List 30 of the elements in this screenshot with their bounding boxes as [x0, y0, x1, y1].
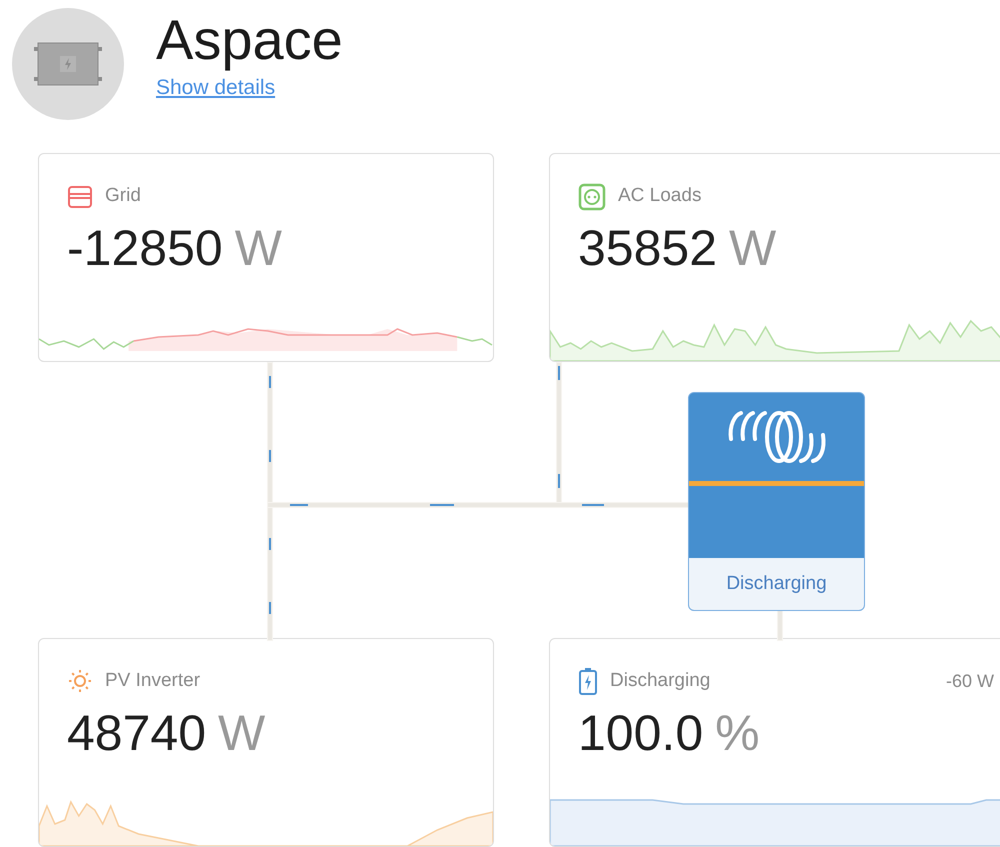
unit-label: W: [218, 704, 266, 762]
power-reading: -60 W: [946, 670, 994, 693]
flow-dash: [430, 504, 454, 506]
card-label: AC Loads: [618, 184, 702, 208]
card-value: -12850: [67, 218, 223, 278]
flow-dash: [269, 538, 271, 550]
card-value: 48740: [67, 704, 206, 762]
flow-dash: [558, 366, 560, 380]
card-label: Discharging: [610, 669, 710, 693]
card-value: 100.0: [578, 704, 704, 762]
unit-label: %: [715, 704, 760, 762]
flow-dash: [269, 376, 271, 388]
unit-label: W: [234, 218, 282, 278]
flow-dash: [290, 504, 308, 506]
unit-label: W: [729, 218, 776, 278]
battery-icon: [578, 667, 598, 696]
sun-icon: [67, 668, 93, 694]
device-title: Aspace: [156, 8, 343, 72]
inverter-status: Discharging: [726, 572, 827, 596]
show-details-link[interactable]: Show details: [156, 72, 343, 104]
flow-dash: [269, 450, 271, 462]
flow-dash: [582, 504, 604, 506]
card-value: 35852: [578, 218, 718, 278]
grid-meter-icon: [67, 184, 93, 210]
inverter-panel[interactable]: Discharging: [688, 392, 865, 612]
power-socket-icon: [578, 182, 606, 211]
flow-dash: [269, 602, 271, 614]
card-label: PV Inverter: [105, 669, 200, 693]
card-label: Grid: [105, 184, 141, 208]
flow-dash: [558, 474, 560, 488]
